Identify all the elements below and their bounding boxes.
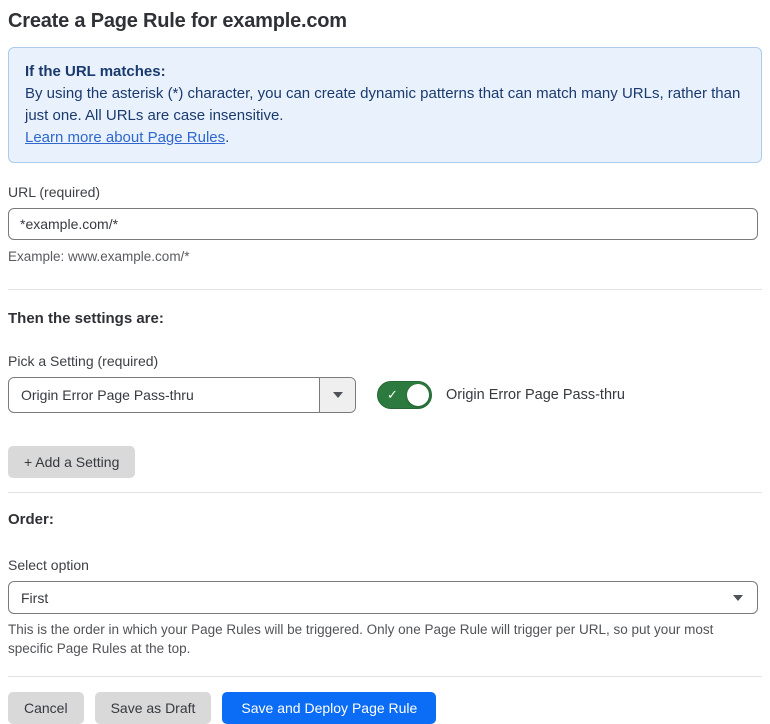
divider — [8, 289, 762, 290]
info-box-link-line: Learn more about Page Rules. — [25, 127, 745, 149]
order-helper-text: This is the order in which your Page Rul… — [8, 622, 714, 656]
setting-controls-row: Origin Error Page Pass-thru ✓ Origin Err… — [8, 377, 762, 413]
setting-dropdown[interactable]: Origin Error Page Pass-thru — [8, 377, 356, 413]
settings-section-heading: Then the settings are: — [8, 310, 164, 327]
setting-dropdown-value: Origin Error Page Pass-thru — [21, 387, 194, 403]
save-and-deploy-button[interactable]: Save and Deploy Page Rule — [222, 692, 437, 724]
learn-more-link[interactable]: Learn more about Page Rules — [25, 129, 225, 146]
url-label: URL (required) — [8, 184, 101, 200]
url-match-info-box: If the URL matches: By using the asteris… — [8, 47, 762, 163]
order-select[interactable]: First — [8, 581, 758, 614]
order-select-value: First — [21, 589, 49, 606]
select-option-label: Select option — [8, 557, 89, 573]
caret-down-icon — [332, 392, 343, 398]
divider — [8, 676, 762, 677]
add-setting-button[interactable]: + Add a Setting — [8, 446, 136, 478]
divider — [8, 492, 762, 493]
footer-button-row: Cancel Save as Draft Save and Deploy Pag… — [8, 692, 762, 724]
toggle-knob — [407, 384, 429, 406]
url-example-helper: Example: www.example.com/* — [8, 249, 190, 264]
order-section-heading: Order: — [8, 511, 54, 528]
origin-error-toggle[interactable]: ✓ — [377, 381, 432, 409]
cancel-button[interactable]: Cancel — [8, 692, 84, 724]
check-icon: ✓ — [387, 387, 398, 403]
create-page-rule-form: Create a Page Rule for example.com If th… — [8, 10, 762, 724]
caret-down-icon — [733, 595, 743, 601]
page-title: Create a Page Rule for example.com — [8, 10, 347, 32]
save-as-draft-button[interactable]: Save as Draft — [94, 692, 212, 724]
info-box-heading: If the URL matches: — [25, 63, 166, 80]
pick-setting-label: Pick a Setting (required) — [8, 353, 159, 369]
info-box-body: By using the asterisk (*) character, you… — [25, 85, 741, 124]
origin-error-toggle-label: Origin Error Page Pass-thru — [446, 387, 625, 403]
link-suffix: . — [225, 129, 230, 146]
setting-dropdown-arrow-button[interactable] — [319, 378, 355, 412]
url-input[interactable] — [8, 208, 758, 240]
